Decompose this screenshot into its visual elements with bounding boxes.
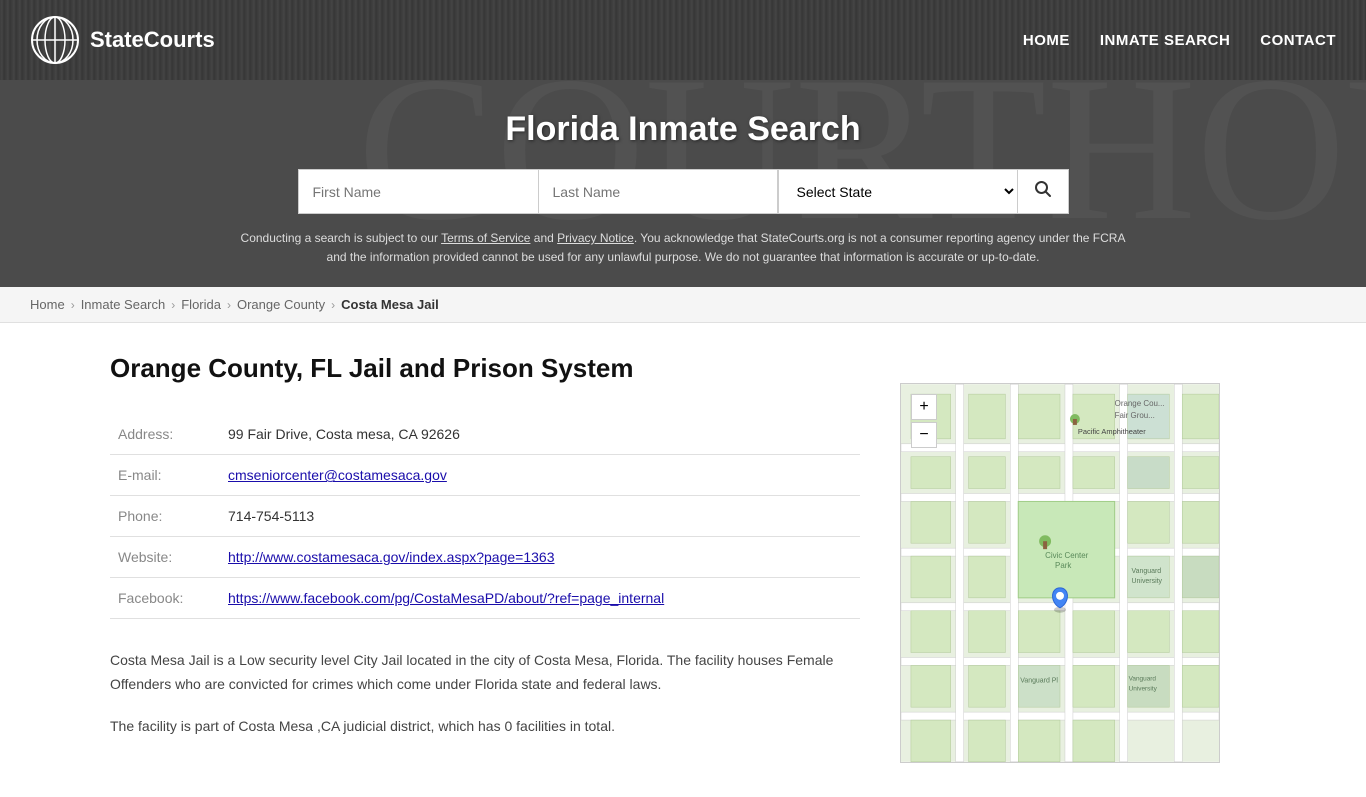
nav-contact[interactable]: CONTACT bbox=[1260, 32, 1336, 49]
logo-text: StateCourts bbox=[90, 27, 215, 53]
breadcrumb-sep-1: › bbox=[71, 298, 75, 312]
svg-text:Fair Grou...: Fair Grou... bbox=[1115, 411, 1155, 420]
main-content: Orange County, FL Jail and Prison System… bbox=[0, 323, 1366, 796]
svg-text:Vanguard Pl: Vanguard Pl bbox=[1020, 678, 1058, 685]
nav-inmate-search[interactable]: INMATE SEARCH bbox=[1100, 32, 1230, 49]
description-1: Costa Mesa Jail is a Low security level … bbox=[110, 649, 860, 697]
breadcrumb: Home › Inmate Search › Florida › Orange … bbox=[0, 287, 1366, 323]
svg-text:Vanguard: Vanguard bbox=[1132, 568, 1162, 575]
hero-section: Florida Inmate Search Select State Flori… bbox=[0, 80, 1366, 287]
zoom-out-button[interactable]: − bbox=[911, 422, 937, 448]
main-nav: HOME INMATE SEARCH CONTACT bbox=[1023, 32, 1336, 49]
svg-text:University: University bbox=[1132, 578, 1163, 585]
facebook-link[interactable]: https://www.facebook.com/pg/CostaMesaPD/… bbox=[228, 590, 664, 606]
content-right: Civic Center Park Vanguard University bbox=[900, 323, 1230, 796]
svg-text:University: University bbox=[1129, 686, 1158, 693]
website-value: http://www.costamesaca.gov/index.aspx?pa… bbox=[220, 537, 860, 578]
facebook-row: Facebook: https://www.facebook.com/pg/Co… bbox=[110, 578, 860, 619]
map-svg: Civic Center Park Vanguard University bbox=[901, 384, 1219, 762]
header: StateCourts HOME INMATE SEARCH CONTACT bbox=[0, 0, 1366, 80]
content-left: Orange County, FL Jail and Prison System… bbox=[0, 323, 900, 796]
state-select[interactable]: Select State Florida bbox=[778, 169, 1018, 214]
zoom-in-button[interactable]: + bbox=[911, 394, 937, 420]
breadcrumb-florida[interactable]: Florida bbox=[181, 297, 221, 312]
svg-text:Vanguard: Vanguard bbox=[1129, 676, 1157, 683]
address-label: Address: bbox=[110, 414, 220, 455]
svg-text:Park: Park bbox=[1055, 561, 1071, 570]
email-row: E-mail: cmseniorcenter@costamesaca.gov bbox=[110, 455, 860, 496]
logo-icon bbox=[30, 15, 80, 65]
breadcrumb-sep-3: › bbox=[227, 298, 231, 312]
hero-title: Florida Inmate Search bbox=[0, 110, 1366, 149]
breadcrumb-sep-2: › bbox=[171, 298, 175, 312]
map-container: Civic Center Park Vanguard University bbox=[900, 383, 1220, 763]
breadcrumb-inmate-search[interactable]: Inmate Search bbox=[81, 297, 166, 312]
svg-text:Civic Center: Civic Center bbox=[1045, 551, 1089, 560]
breadcrumb-current: Costa Mesa Jail bbox=[341, 297, 439, 312]
email-label: E-mail: bbox=[110, 455, 220, 496]
address-value: 99 Fair Drive, Costa mesa, CA 92626 bbox=[220, 414, 860, 455]
terms-link[interactable]: Terms of Service bbox=[441, 231, 530, 245]
breadcrumb-orange-county[interactable]: Orange County bbox=[237, 297, 325, 312]
logo-area: StateCourts bbox=[30, 15, 215, 65]
svg-text:Orange Cou...: Orange Cou... bbox=[1115, 399, 1165, 408]
map-controls: + − bbox=[911, 394, 937, 448]
nav-home[interactable]: HOME bbox=[1023, 32, 1070, 49]
website-row: Website: http://www.costamesaca.gov/inde… bbox=[110, 537, 860, 578]
email-value: cmseniorcenter@costamesaca.gov bbox=[220, 455, 860, 496]
search-icon bbox=[1034, 180, 1052, 198]
website-link[interactable]: http://www.costamesaca.gov/index.aspx?pa… bbox=[228, 549, 554, 565]
facility-info-table: Address: 99 Fair Drive, Costa mesa, CA 9… bbox=[110, 414, 860, 619]
breadcrumb-sep-4: › bbox=[331, 298, 335, 312]
website-label: Website: bbox=[110, 537, 220, 578]
last-name-input[interactable] bbox=[538, 169, 778, 214]
email-link[interactable]: cmseniorcenter@costamesaca.gov bbox=[228, 467, 447, 483]
svg-text:Pacific Amphitheater: Pacific Amphitheater bbox=[1078, 427, 1146, 436]
facebook-value: https://www.facebook.com/pg/CostaMesaPD/… bbox=[220, 578, 860, 619]
description-2: The facility is part of Costa Mesa ,CA j… bbox=[110, 715, 860, 739]
phone-label: Phone: bbox=[110, 496, 220, 537]
privacy-link[interactable]: Privacy Notice bbox=[557, 231, 634, 245]
facility-title: Orange County, FL Jail and Prison System bbox=[110, 353, 860, 384]
phone-row: Phone: 714-754-5113 bbox=[110, 496, 860, 537]
breadcrumb-home[interactable]: Home bbox=[30, 297, 65, 312]
first-name-input[interactable] bbox=[298, 169, 538, 214]
search-button[interactable] bbox=[1018, 169, 1069, 214]
search-bar: Select State Florida bbox=[0, 169, 1366, 214]
address-row: Address: 99 Fair Drive, Costa mesa, CA 9… bbox=[110, 414, 860, 455]
facebook-label: Facebook: bbox=[110, 578, 220, 619]
disclaimer-text: Conducting a search is subject to our Te… bbox=[233, 229, 1133, 267]
phone-value: 714-754-5113 bbox=[220, 496, 860, 537]
